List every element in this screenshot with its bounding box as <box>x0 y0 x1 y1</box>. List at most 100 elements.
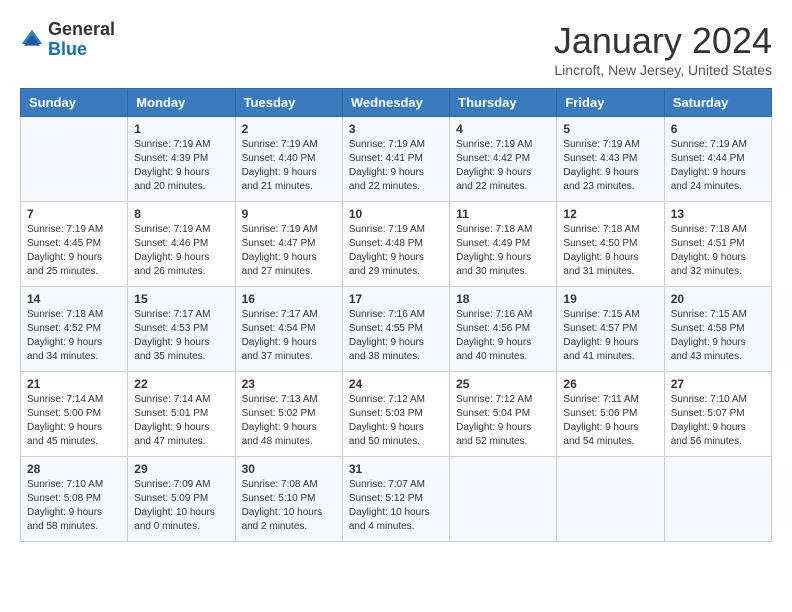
day-info: Sunrise: 7:19 AM Sunset: 4:48 PM Dayligh… <box>349 223 443 279</box>
day-info: Sunrise: 7:08 AM Sunset: 5:10 PM Dayligh… <box>242 478 336 534</box>
calendar-cell: 13Sunrise: 7:18 AM Sunset: 4:51 PM Dayli… <box>664 202 771 287</box>
day-header-thursday: Thursday <box>450 89 557 117</box>
calendar-cell: 28 Sunrise: 7:10 AM Sunset: 5:08 PM Dayli… <box>21 457 128 542</box>
day-info: Sunrise: 7:17 AM Sunset: 4:53 PM Dayligh… <box>134 308 228 364</box>
day-header-sunday: Sunday <box>21 89 128 117</box>
calendar-cell: 7 Sunrise: 7:19 AM Sunset: 4:45 PM Daylig… <box>21 202 128 287</box>
calendar-cell: 29Sunrise: 7:09 AM Sunset: 5:09 PM Dayli… <box>128 457 235 542</box>
day-number: 7 <box>27 207 121 221</box>
calendar-cell: 8 Sunrise: 7:19 AM Sunset: 4:46 PM Daylig… <box>128 202 235 287</box>
calendar-cell <box>664 457 771 542</box>
logo-blue: Blue <box>48 39 87 59</box>
day-header-monday: Monday <box>128 89 235 117</box>
day-info: Sunrise: 7:18 AM Sunset: 4:51 PM Dayligh… <box>671 223 765 279</box>
day-info: Sunrise: 7:18 AM Sunset: 4:52 PM Dayligh… <box>27 308 121 364</box>
day-number: 16 <box>242 292 336 306</box>
day-header-saturday: Saturday <box>664 89 771 117</box>
calendar-subtitle: Lincroft, New Jersey, United States <box>554 62 772 78</box>
calendar-cell: 15 Sunrise: 7:17 AM Sunset: 4:53 PM Dayli… <box>128 287 235 372</box>
day-number: 28 <box>27 462 121 476</box>
day-number: 22 <box>134 377 228 391</box>
day-number: 6 <box>671 122 765 136</box>
day-number: 4 <box>456 122 550 136</box>
calendar-cell: 30 Sunrise: 7:08 AM Sunset: 5:10 PM Dayli… <box>235 457 342 542</box>
calendar-cell: 23 Sunrise: 7:13 AM Sunset: 5:02 PM Dayli… <box>235 372 342 457</box>
logo: General Blue <box>20 20 115 60</box>
day-info: Sunrise: 7:19 AM Sunset: 4:41 PM Dayligh… <box>349 138 443 194</box>
calendar-cell: 31 Sunrise: 7:07 AM Sunset: 5:12 PM Dayli… <box>342 457 449 542</box>
calendar-cell: 10 Sunrise: 7:19 AM Sunset: 4:48 PM Dayli… <box>342 202 449 287</box>
day-info: Sunrise: 7:10 AM Sunset: 5:07 PM Dayligh… <box>671 393 765 449</box>
calendar-cell: 14 Sunrise: 7:18 AM Sunset: 4:52 PM Dayli… <box>21 287 128 372</box>
calendar-week-2: 7 Sunrise: 7:19 AM Sunset: 4:45 PM Daylig… <box>21 202 772 287</box>
day-number: 23 <box>242 377 336 391</box>
day-info: Sunrise: 7:18 AM Sunset: 4:50 PM Dayligh… <box>563 223 657 279</box>
day-number: 25 <box>456 377 550 391</box>
day-number: 26 <box>563 377 657 391</box>
calendar-cell: 1Sunrise: 7:19 AM Sunset: 4:39 PM Daylig… <box>128 117 235 202</box>
day-header-wednesday: Wednesday <box>342 89 449 117</box>
calendar-cell: 11Sunrise: 7:18 AM Sunset: 4:49 PM Dayli… <box>450 202 557 287</box>
day-number: 8 <box>134 207 228 221</box>
logo-icon <box>20 28 44 52</box>
day-number: 1 <box>134 122 228 136</box>
calendar-week-5: 28 Sunrise: 7:10 AM Sunset: 5:08 PM Dayli… <box>21 457 772 542</box>
calendar-cell: 18Sunrise: 7:16 AM Sunset: 4:56 PM Dayli… <box>450 287 557 372</box>
day-number: 21 <box>27 377 121 391</box>
day-info: Sunrise: 7:19 AM Sunset: 4:47 PM Dayligh… <box>242 223 336 279</box>
day-number: 10 <box>349 207 443 221</box>
day-info: Sunrise: 7:16 AM Sunset: 4:56 PM Dayligh… <box>456 308 550 364</box>
day-info: Sunrise: 7:19 AM Sunset: 4:43 PM Dayligh… <box>563 138 657 194</box>
calendar-cell: 16Sunrise: 7:17 AM Sunset: 4:54 PM Dayli… <box>235 287 342 372</box>
day-header-friday: Friday <box>557 89 664 117</box>
day-number: 14 <box>27 292 121 306</box>
calendar-cell: 27Sunrise: 7:10 AM Sunset: 5:07 PM Dayli… <box>664 372 771 457</box>
calendar-cell: 21 Sunrise: 7:14 AM Sunset: 5:00 PM Dayli… <box>21 372 128 457</box>
day-info: Sunrise: 7:09 AM Sunset: 5:09 PM Dayligh… <box>134 478 228 534</box>
calendar-cell: 4 Sunrise: 7:19 AM Sunset: 4:42 PM Daylig… <box>450 117 557 202</box>
day-info: Sunrise: 7:19 AM Sunset: 4:45 PM Dayligh… <box>27 223 121 279</box>
day-number: 17 <box>349 292 443 306</box>
calendar-week-3: 14 Sunrise: 7:18 AM Sunset: 4:52 PM Dayli… <box>21 287 772 372</box>
day-number: 30 <box>242 462 336 476</box>
day-number: 5 <box>563 122 657 136</box>
calendar-cell <box>450 457 557 542</box>
calendar-cell: 22Sunrise: 7:14 AM Sunset: 5:01 PM Dayli… <box>128 372 235 457</box>
day-info: Sunrise: 7:14 AM Sunset: 5:00 PM Dayligh… <box>27 393 121 449</box>
day-info: Sunrise: 7:13 AM Sunset: 5:02 PM Dayligh… <box>242 393 336 449</box>
day-info: Sunrise: 7:16 AM Sunset: 4:55 PM Dayligh… <box>349 308 443 364</box>
calendar-body: 1Sunrise: 7:19 AM Sunset: 4:39 PM Daylig… <box>21 117 772 542</box>
day-info: Sunrise: 7:19 AM Sunset: 4:40 PM Dayligh… <box>242 138 336 194</box>
calendar-cell: 26Sunrise: 7:11 AM Sunset: 5:06 PM Dayli… <box>557 372 664 457</box>
calendar-cell <box>21 117 128 202</box>
calendar-week-1: 1Sunrise: 7:19 AM Sunset: 4:39 PM Daylig… <box>21 117 772 202</box>
calendar-cell: 25Sunrise: 7:12 AM Sunset: 5:04 PM Dayli… <box>450 372 557 457</box>
day-number: 2 <box>242 122 336 136</box>
day-info: Sunrise: 7:10 AM Sunset: 5:08 PM Dayligh… <box>27 478 121 534</box>
day-info: Sunrise: 7:15 AM Sunset: 4:57 PM Dayligh… <box>563 308 657 364</box>
day-number: 12 <box>563 207 657 221</box>
title-section: January 2024 Lincroft, New Jersey, Unite… <box>554 20 772 78</box>
day-number: 3 <box>349 122 443 136</box>
day-number: 31 <box>349 462 443 476</box>
calendar-cell: 3 Sunrise: 7:19 AM Sunset: 4:41 PM Daylig… <box>342 117 449 202</box>
calendar-cell <box>557 457 664 542</box>
logo-text: General Blue <box>48 20 115 60</box>
calendar-cell: 19 Sunrise: 7:15 AM Sunset: 4:57 PM Dayli… <box>557 287 664 372</box>
calendar-week-4: 21 Sunrise: 7:14 AM Sunset: 5:00 PM Dayli… <box>21 372 772 457</box>
day-info: Sunrise: 7:19 AM Sunset: 4:46 PM Dayligh… <box>134 223 228 279</box>
calendar-cell: 9Sunrise: 7:19 AM Sunset: 4:47 PM Daylig… <box>235 202 342 287</box>
day-number: 20 <box>671 292 765 306</box>
calendar-cell: 6Sunrise: 7:19 AM Sunset: 4:44 PM Daylig… <box>664 117 771 202</box>
calendar-cell: 17 Sunrise: 7:16 AM Sunset: 4:55 PM Dayli… <box>342 287 449 372</box>
day-info: Sunrise: 7:07 AM Sunset: 5:12 PM Dayligh… <box>349 478 443 534</box>
day-number: 19 <box>563 292 657 306</box>
calendar-title: January 2024 <box>554 20 772 62</box>
page-header: General Blue January 2024 Lincroft, New … <box>20 20 772 78</box>
day-info: Sunrise: 7:19 AM Sunset: 4:42 PM Dayligh… <box>456 138 550 194</box>
calendar-cell: 24Sunrise: 7:12 AM Sunset: 5:03 PM Dayli… <box>342 372 449 457</box>
day-number: 15 <box>134 292 228 306</box>
day-header-tuesday: Tuesday <box>235 89 342 117</box>
calendar-cell: 2 Sunrise: 7:19 AM Sunset: 4:40 PM Daylig… <box>235 117 342 202</box>
day-number: 11 <box>456 207 550 221</box>
